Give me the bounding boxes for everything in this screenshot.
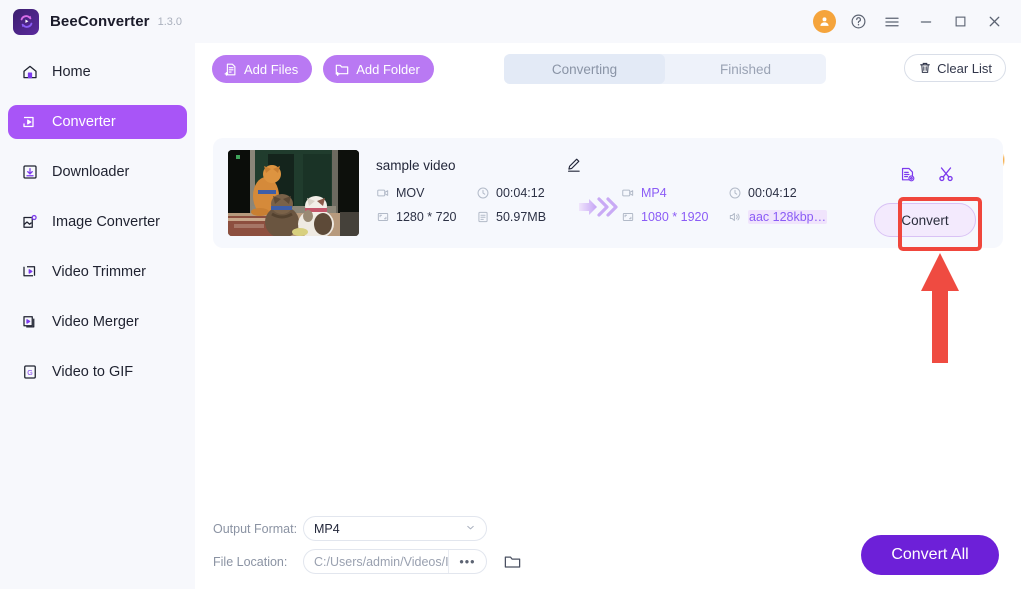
convert-arrow-icon bbox=[578, 196, 620, 223]
image-icon bbox=[20, 213, 39, 232]
file-location-row: File Location: C:/Users/admin/Videos/I •… bbox=[213, 549, 522, 574]
resolution-icon bbox=[376, 210, 390, 224]
source-size-value: 50.97MB bbox=[496, 210, 546, 224]
output-duration: 00:04:12 bbox=[728, 186, 827, 200]
sidebar-item-video-to-gif[interactable]: G Video to GIF bbox=[8, 355, 187, 389]
tab-finished[interactable]: Finished bbox=[665, 54, 826, 84]
sidebar-item-converter[interactable]: Converter bbox=[8, 105, 187, 139]
clock-icon bbox=[728, 186, 742, 200]
title-bar: BeeConverter 1.3.0 bbox=[0, 0, 1021, 43]
convert-all-button[interactable]: Convert All bbox=[861, 535, 999, 575]
account-avatar[interactable] bbox=[807, 5, 841, 39]
output-resolution: 1080 * 1920 bbox=[621, 210, 728, 224]
source-duration-value: 00:04:12 bbox=[496, 186, 545, 200]
clear-list-label: Clear List bbox=[937, 61, 992, 76]
file-location-value: C:/Users/admin/Videos/I bbox=[304, 555, 448, 569]
gif-icon: G bbox=[20, 363, 39, 382]
output-format-value: MP4 bbox=[641, 186, 667, 200]
window-controls bbox=[807, 5, 1011, 39]
minimize-button[interactable] bbox=[909, 5, 943, 39]
output-metadata: MP4 00:04:12 bbox=[621, 186, 827, 224]
tab-converting[interactable]: Converting bbox=[504, 54, 665, 84]
source-format: MOV bbox=[376, 186, 476, 200]
folder-open-icon[interactable] bbox=[503, 552, 522, 571]
source-size: 50.97MB bbox=[476, 210, 546, 224]
sidebar-item-image-converter[interactable]: Image Converter bbox=[8, 205, 187, 239]
app-version: 1.3.0 bbox=[158, 16, 182, 28]
output-audio-value: aac 128kbp… bbox=[748, 210, 827, 224]
add-folder-button[interactable]: Add Folder bbox=[323, 55, 434, 83]
clear-list-button[interactable]: Clear List bbox=[904, 54, 1006, 82]
status-tabs: Converting Finished bbox=[504, 54, 826, 84]
annotation-arrow-up bbox=[898, 248, 982, 368]
home-icon bbox=[20, 63, 39, 82]
source-resolution: 1280 * 720 bbox=[376, 210, 476, 224]
main-content: Add Files Add Folder Converting Finished bbox=[195, 43, 1021, 589]
sidebar-item-label: Home bbox=[52, 64, 91, 80]
trim-icon bbox=[20, 263, 39, 282]
add-folder-icon bbox=[334, 61, 350, 77]
sidebar-item-label: Video to GIF bbox=[52, 364, 133, 380]
sidebar-item-home[interactable]: Home bbox=[8, 55, 187, 89]
convert-button[interactable]: Convert bbox=[874, 203, 976, 237]
video-thumbnail-cats bbox=[228, 150, 359, 236]
output-format: MP4 bbox=[621, 186, 728, 200]
sidebar-item-label: Video Merger bbox=[52, 314, 139, 330]
clock-icon bbox=[476, 186, 490, 200]
file-name: sample video bbox=[376, 158, 456, 173]
sidebar-item-label: Image Converter bbox=[52, 214, 160, 230]
add-file-icon bbox=[223, 62, 238, 77]
add-folder-label: Add Folder bbox=[356, 62, 420, 77]
file-row-actions bbox=[899, 165, 955, 183]
sidebar-item-label: Converter bbox=[52, 114, 116, 130]
trash-icon bbox=[918, 61, 932, 75]
sidebar-item-downloader[interactable]: Downloader bbox=[8, 155, 187, 189]
source-format-value: MOV bbox=[396, 186, 424, 200]
bee-logo-icon bbox=[13, 9, 39, 35]
maximize-button[interactable] bbox=[943, 5, 977, 39]
file-list-item[interactable]: sample video MOV bbox=[213, 138, 1003, 248]
file-size-icon bbox=[476, 210, 490, 224]
resolution-icon bbox=[621, 210, 635, 224]
add-files-button[interactable]: Add Files bbox=[212, 55, 312, 83]
sidebar-item-label: Video Trimmer bbox=[52, 264, 146, 280]
output-format-select[interactable]: MP4 bbox=[303, 516, 487, 541]
video-format-icon bbox=[621, 186, 635, 200]
pencil-edit-icon[interactable] bbox=[565, 156, 582, 178]
file-location-field[interactable]: C:/Users/admin/Videos/I ••• bbox=[303, 549, 487, 574]
merge-icon bbox=[20, 313, 39, 332]
source-resolution-value: 1280 * 720 bbox=[396, 210, 456, 224]
browse-button[interactable]: ••• bbox=[448, 550, 486, 573]
sidebar-item-video-merger[interactable]: Video Merger bbox=[8, 305, 187, 339]
scissors-icon[interactable] bbox=[937, 165, 955, 183]
beeconverter-window: BeeConverter 1.3.0 bbox=[0, 0, 1021, 589]
svg-text:G: G bbox=[27, 369, 33, 377]
source-duration: 00:04:12 bbox=[476, 186, 546, 200]
app-title: BeeConverter bbox=[50, 13, 150, 30]
sidebar: Home Converter Downloader bbox=[0, 43, 195, 589]
output-audio: aac 128kbp… bbox=[728, 210, 827, 224]
user-avatar-icon bbox=[813, 10, 836, 33]
source-metadata: MOV 00:04:12 bbox=[376, 186, 546, 224]
close-button[interactable] bbox=[977, 5, 1011, 39]
output-format-label: Output Format: bbox=[213, 522, 303, 536]
sidebar-item-label: Downloader bbox=[52, 164, 129, 180]
converter-icon bbox=[20, 113, 39, 132]
sidebar-item-video-trimmer[interactable]: Video Trimmer bbox=[8, 255, 187, 289]
video-format-icon bbox=[376, 186, 390, 200]
help-button[interactable] bbox=[841, 5, 875, 39]
output-duration-value: 00:04:12 bbox=[748, 186, 797, 200]
file-settings-icon[interactable] bbox=[899, 166, 916, 183]
file-location-label: File Location: bbox=[213, 555, 303, 569]
menu-button[interactable] bbox=[875, 5, 909, 39]
file-toolbar: Add Files Add Folder bbox=[212, 55, 434, 83]
footer-bar: Output Format: MP4 File Location: C:/Use… bbox=[195, 509, 1021, 589]
chevron-down-icon bbox=[465, 522, 476, 536]
output-resolution-value: 1080 * 1920 bbox=[641, 210, 708, 224]
output-format-value: MP4 bbox=[314, 522, 340, 536]
download-icon bbox=[20, 163, 39, 182]
speaker-icon bbox=[728, 210, 742, 224]
output-format-row: Output Format: MP4 bbox=[213, 516, 487, 541]
add-files-label: Add Files bbox=[244, 62, 298, 77]
